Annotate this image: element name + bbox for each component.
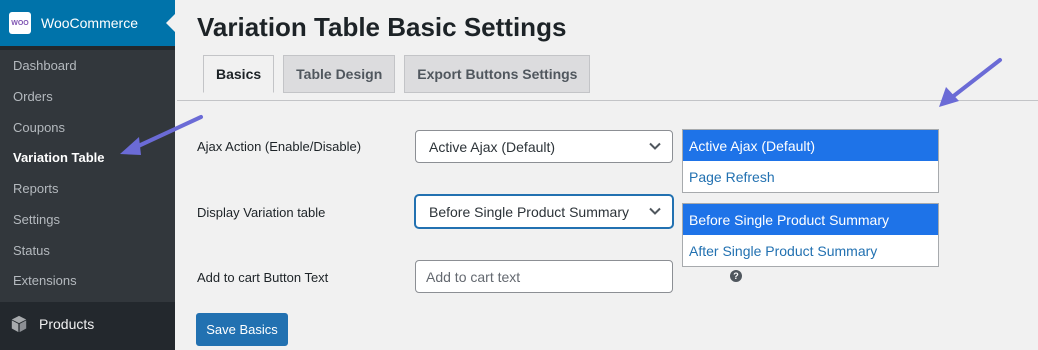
ajax-action-selected-value: Active Ajax (Default): [429, 138, 556, 155]
tab-divider: [177, 100, 1038, 101]
cart-button-text-input[interactable]: [415, 260, 673, 293]
current-menu-pointer: [166, 14, 175, 32]
ajax-action-options-list: Active Ajax (Default) Page Refresh: [682, 129, 939, 193]
sidebar-item-settings[interactable]: Settings: [13, 212, 60, 227]
display-table-options-list: Before Single Product Summary After Sing…: [682, 203, 939, 267]
sidebar-item-extensions[interactable]: Extensions: [13, 273, 77, 288]
sidebar-item-variation-table[interactable]: Variation Table: [13, 150, 105, 165]
page-title: Variation Table Basic Settings: [197, 12, 567, 42]
sidebar-item-status[interactable]: Status: [13, 243, 50, 258]
box-icon: [11, 315, 27, 333]
woocommerce-logo-icon: WOO: [9, 12, 31, 34]
sidebar-item-dashboard[interactable]: Dashboard: [13, 58, 77, 73]
chevron-down-icon: [649, 207, 661, 215]
sidebar-item-orders[interactable]: Orders: [13, 89, 53, 104]
admin-sidebar: WOO WooCommerce Dashboard Orders Coupons…: [0, 0, 175, 350]
settings-tabs: Basics Table Design Export Buttons Setti…: [203, 55, 599, 93]
ajax-option-active-ajax[interactable]: Active Ajax (Default): [683, 130, 938, 161]
sidebar-item-coupons[interactable]: Coupons: [13, 120, 65, 135]
tab-export-buttons-settings[interactable]: Export Buttons Settings: [404, 55, 591, 93]
display-table-selected-value: Before Single Product Summary: [429, 203, 629, 220]
tab-table-design[interactable]: Table Design: [283, 55, 396, 93]
sidebar-item-reports[interactable]: Reports: [13, 181, 59, 196]
tab-basics[interactable]: Basics: [203, 55, 275, 93]
woocommerce-menu-title: WooCommerce: [41, 15, 138, 31]
sidebar-item-products[interactable]: Products: [0, 302, 175, 346]
display-option-after-summary[interactable]: After Single Product Summary: [683, 235, 938, 266]
ajax-action-label: Ajax Action (Enable/Disable): [197, 139, 362, 154]
display-table-select[interactable]: Before Single Product Summary: [415, 195, 673, 228]
products-label: Products: [39, 316, 95, 332]
woocommerce-menu-header[interactable]: WOO WooCommerce: [0, 0, 175, 46]
ajax-option-page-refresh[interactable]: Page Refresh: [683, 161, 938, 192]
display-option-before-summary[interactable]: Before Single Product Summary: [683, 204, 938, 235]
chevron-down-icon: [649, 142, 661, 150]
save-basics-button[interactable]: Save Basics: [196, 313, 288, 346]
cart-button-text-label: Add to cart Button Text: [197, 270, 329, 285]
ajax-action-select[interactable]: Active Ajax (Default): [415, 130, 673, 163]
woocommerce-submenu: Dashboard Orders Coupons Variation Table…: [0, 50, 175, 302]
display-table-label: Display Variation table: [197, 205, 326, 220]
help-icon[interactable]: ?: [730, 270, 742, 282]
